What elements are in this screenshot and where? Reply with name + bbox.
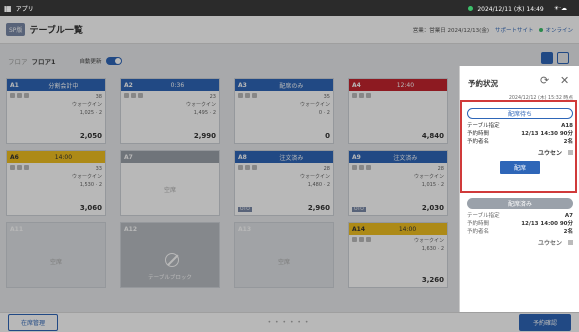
datetime: 2024/12/11 (水) 14:49 bbox=[477, 5, 544, 13]
app-frame: ▦ アプリ 2024/12/11 (水) 14:49 ☀·☁ SP版 テーブル一… bbox=[0, 0, 579, 332]
highlight-box bbox=[460, 100, 577, 193]
panel-title: 予約状況 bbox=[468, 79, 498, 88]
table-label: テーブル指定 bbox=[467, 213, 500, 219]
reload-icon[interactable]: ⟳ bbox=[540, 74, 549, 87]
weather-icon: ☀·☁ bbox=[553, 4, 567, 12]
name-value: 2名 bbox=[563, 229, 573, 235]
name-label: 予約者名 bbox=[467, 229, 490, 235]
app-name: アプリ bbox=[15, 5, 34, 13]
status-badge: 配席済み bbox=[467, 198, 573, 209]
status-dot-icon bbox=[468, 5, 474, 11]
reservation-card-done: 配席済み テーブル指定 A7 予約時間 12/13 14:00 90分 予約者名… bbox=[467, 198, 573, 247]
time-row: 予約時間 12/13 14:00 90分 bbox=[467, 220, 573, 228]
table-value: A7 bbox=[564, 213, 573, 219]
table-row: テーブル指定 A7 bbox=[467, 212, 573, 220]
name-row: 予約者名 2名 bbox=[467, 228, 573, 236]
time-value: 12/13 14:00 90分 bbox=[521, 221, 573, 227]
guest-name: ユウセン bbox=[467, 238, 573, 247]
memo-icon[interactable] bbox=[568, 240, 573, 245]
guest-name-text: ユウセン bbox=[537, 240, 562, 247]
close-icon[interactable]: ✕ bbox=[560, 74, 569, 87]
time-label: 予約時間 bbox=[467, 221, 490, 227]
app-grid-icon[interactable]: ▦ bbox=[4, 4, 12, 13]
top-status-bar: ▦ アプリ 2024/12/11 (水) 14:49 ☀·☁ bbox=[0, 0, 579, 16]
